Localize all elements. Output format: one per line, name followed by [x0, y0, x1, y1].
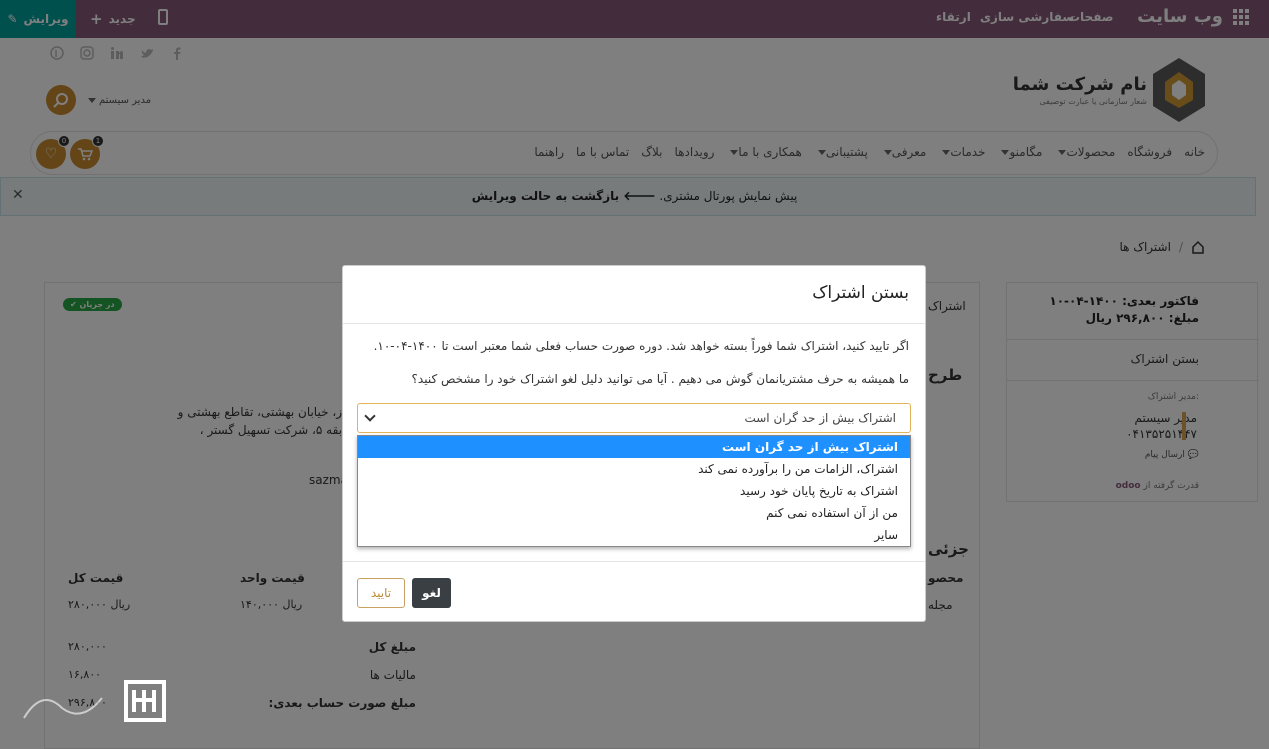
modal-footer-divider	[343, 561, 925, 562]
cancel-button[interactable]: لغو	[412, 578, 451, 608]
reason-option[interactable]: اشتراک به تاریخ پایان خود رسید	[358, 480, 910, 502]
reason-option[interactable]: اشتراک، الزامات من را برآورده نمی کند	[358, 458, 910, 480]
modal-header: بستن اشتراک	[343, 266, 925, 324]
reason-select[interactable]: اشتراک بیش از حد گران است	[357, 403, 911, 433]
chevron-down-icon	[364, 410, 376, 422]
close-subscription-modal: بستن اشتراک اگر تایید کنید، اشتراک شما ف…	[342, 265, 926, 622]
reason-option[interactable]: سایر	[358, 524, 910, 546]
modal-message: اگر تایید کنید، اشتراک شما فوراً بسته خو…	[373, 339, 909, 353]
modal-question: ما همیشه به حرف مشتریانمان گوش می دهیم .…	[411, 372, 909, 386]
watermark-mark-icon	[23, 680, 166, 722]
modal-title: بستن اشتراک	[812, 283, 909, 303]
reason-option[interactable]: اشتراک بیش از حد گران است	[358, 436, 910, 458]
reason-options: اشتراک بیش از حد گران است اشتراک، الزاما…	[357, 435, 911, 547]
confirm-button[interactable]: تایید	[357, 578, 405, 608]
reason-option[interactable]: من از آن استفاده نمی کنم	[358, 502, 910, 524]
select-value: اشتراک بیش از حد گران است	[744, 411, 896, 425]
watermark-logo	[22, 678, 172, 728]
